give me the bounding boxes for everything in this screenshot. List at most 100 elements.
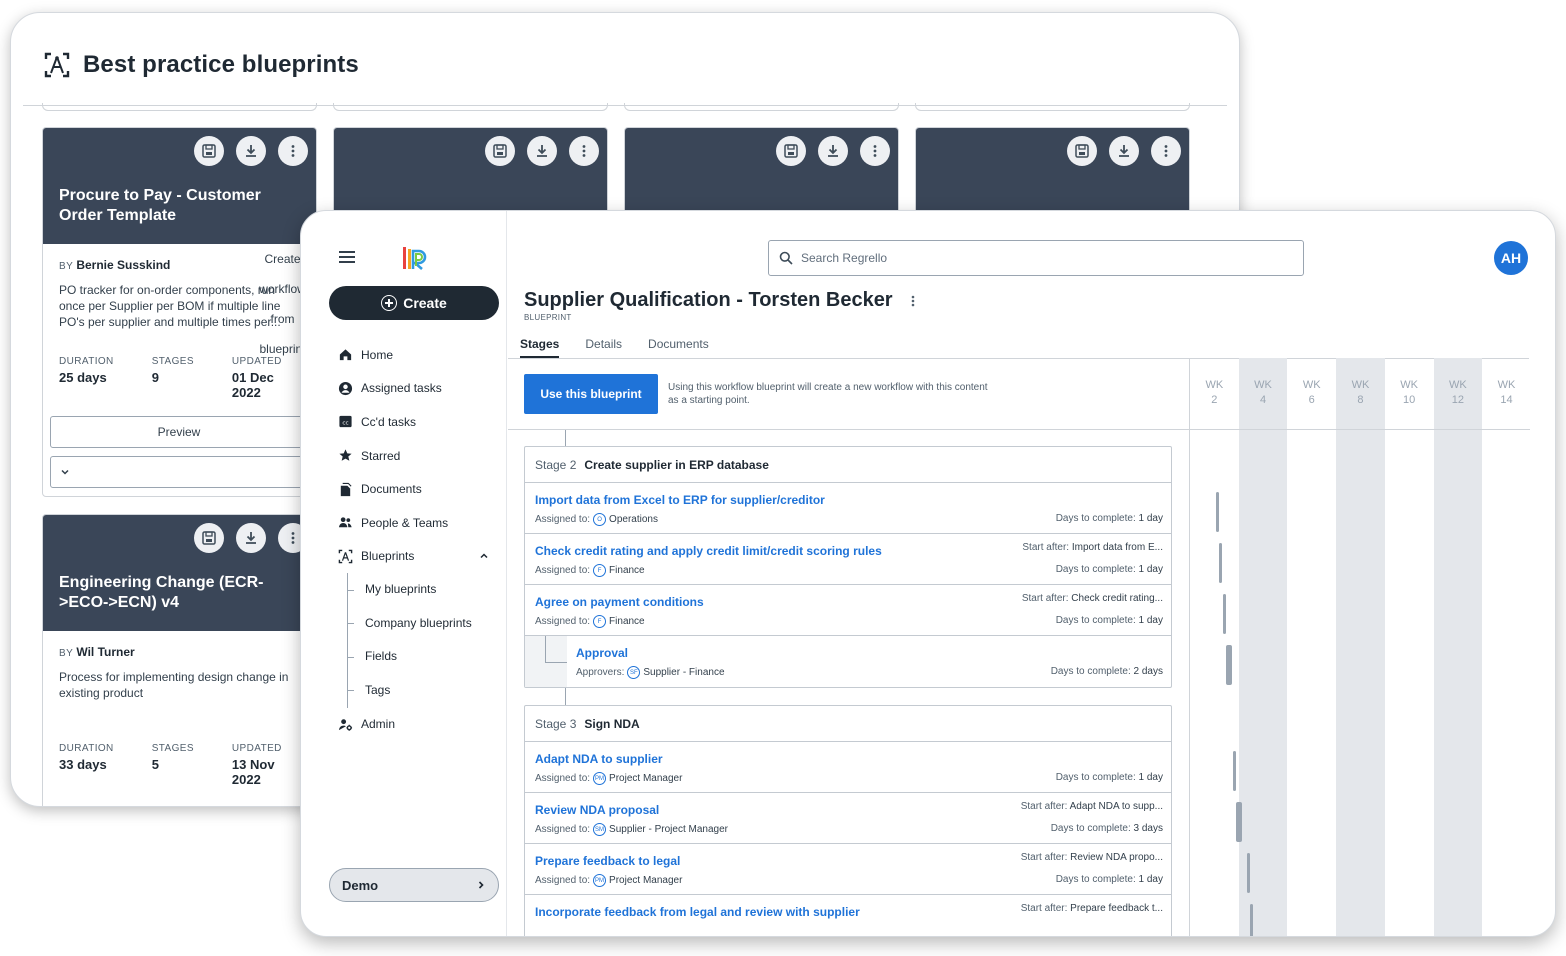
blueprint-card[interactable]: Engineering Change (ECR->ECO->ECN) v4 BY… (42, 514, 317, 806)
subnav-my-blueprints[interactable]: My blueprints (348, 573, 497, 607)
stages-value: 5 (151, 757, 159, 772)
gantt-task-bar[interactable] (1219, 543, 1223, 583)
days-label: Days to complete: (1055, 772, 1136, 783)
save-icon (202, 531, 216, 545)
task-start-after: Start after: Check credit rating... (1022, 593, 1163, 604)
gantt-week-column (1385, 358, 1434, 936)
gantt-week-column (1433, 358, 1483, 936)
more-vertical-icon[interactable] (911, 294, 915, 308)
admin-icon (338, 719, 352, 731)
task-approvers: Approvers: SF Supplier - Finance (576, 666, 725, 679)
gantt-task-bar[interactable] (1250, 904, 1253, 936)
save-button[interactable] (194, 523, 224, 553)
task-days: Days to complete: 1 day (1056, 513, 1163, 524)
use-blueprint-button[interactable]: Use this blueprint (524, 374, 658, 414)
gantt-task-bar[interactable] (1236, 802, 1243, 842)
subnav-company-blueprints[interactable]: Company blueprints (348, 607, 497, 641)
gantt-task-bar[interactable] (1222, 594, 1226, 634)
days-label: Days to complete: (1055, 513, 1136, 524)
nav-item-blueprints[interactable]: Blueprints (337, 540, 497, 574)
task-assignee: Assigned to: O Operations (535, 513, 658, 526)
download-icon (246, 145, 256, 157)
download-button[interactable] (236, 136, 266, 166)
gantt-week-label: WK 12 (1448, 379, 1467, 406)
download-icon (537, 145, 547, 157)
nav-item-admin[interactable]: Admin (337, 708, 497, 742)
main-nav: Home Assigned tasks cc Cc'd tasks Starre… (337, 338, 497, 741)
assignee-name: Operations (609, 514, 658, 525)
regrello-logo (403, 247, 427, 270)
task-name[interactable]: Prepare feedback to legal (535, 854, 680, 868)
task-row[interactable]: Check credit rating and apply credit lim… (525, 534, 1171, 585)
task-name[interactable]: Agree on payment conditions (535, 595, 704, 609)
nav-item-assigned-tasks[interactable]: Assigned tasks (337, 372, 497, 406)
gantt-task-bar[interactable] (1216, 492, 1219, 532)
task-row[interactable]: Review NDA proposal Assigned to: SM Suppli… (525, 793, 1171, 844)
download-button[interactable] (236, 523, 266, 553)
gantt-week-label: WK 2 (1205, 379, 1224, 406)
nav-item-home[interactable]: Home (337, 338, 497, 372)
stage-card: Stage 2 Create supplier in ERP database … (524, 446, 1172, 688)
duration-value: 25 days (59, 370, 107, 385)
tab-documents[interactable]: Documents (648, 335, 709, 358)
menu-icon[interactable] (339, 251, 355, 263)
stage-header[interactable]: Stage 2 Create supplier in ERP database (525, 447, 1171, 483)
task-row[interactable]: Prepare feedback to legal Assigned to: PM… (525, 844, 1171, 895)
avatar[interactable]: AH (1494, 241, 1528, 275)
gantt-task-bar[interactable] (1246, 853, 1250, 893)
save-button[interactable] (485, 136, 515, 166)
tab-details[interactable]: Details (585, 335, 622, 358)
task-row[interactable]: Agree on payment conditions Assigned to:… (525, 585, 1171, 636)
search-input[interactable]: Search Regrello (768, 240, 1304, 276)
task-name[interactable]: Adapt NDA to supplier (535, 752, 663, 766)
duration-label: DURATION (59, 743, 114, 754)
task-name[interactable]: Incorporate feedback from legal and revi… (535, 905, 860, 919)
chevron-up-icon[interactable] (479, 551, 489, 561)
blueprint-card[interactable]: Procure to Pay - Customer Order Template… (42, 127, 317, 497)
task-row[interactable]: Incorporate feedback from legal and revi… (525, 895, 1171, 936)
more-button[interactable] (1151, 136, 1181, 166)
workspace-switcher[interactable]: Demo (329, 868, 499, 902)
tab-stages[interactable]: Stages (520, 335, 560, 358)
stages-label: STAGES (151, 356, 194, 367)
task-row[interactable]: Adapt NDA to supplier Assigned to: PM Proj… (525, 742, 1171, 793)
task-start-after: Start after: Adapt NDA to supp... (1021, 801, 1163, 812)
approval-row[interactable]: Approval Approvers: SF Supplier - Finance … (525, 636, 1171, 687)
download-button[interactable] (1109, 136, 1139, 166)
create-button[interactable]: Create (329, 286, 499, 320)
create-workflow-dropdown[interactable] (51, 457, 79, 487)
blueprint-icon (338, 549, 352, 564)
nav-item-documents[interactable]: Documents (337, 472, 497, 506)
blueprint-title-row: Supplier Qualification - Torsten Becker (524, 289, 915, 312)
task-days: Days to complete: 1 day (1056, 564, 1163, 575)
nav-item-ccd-tasks[interactable]: cc Cc'd tasks (337, 405, 497, 439)
save-button[interactable] (1067, 136, 1097, 166)
updated-label: UPDATED (231, 743, 282, 754)
more-button[interactable] (278, 136, 308, 166)
task-name[interactable]: Approval (576, 646, 628, 660)
more-button[interactable] (569, 136, 599, 166)
days-value: 1 day (1138, 564, 1163, 575)
save-button[interactable] (194, 136, 224, 166)
save-button[interactable] (776, 136, 806, 166)
more-button[interactable] (860, 136, 890, 166)
download-button[interactable] (527, 136, 557, 166)
people-icon (338, 517, 352, 528)
nav-label: Assigned tasks (361, 381, 442, 396)
download-button[interactable] (818, 136, 848, 166)
stage-header[interactable]: Stage 3 Sign NDA (525, 706, 1171, 742)
subnav-fields[interactable]: Fields (348, 640, 497, 674)
gantt-task-bar[interactable] (1233, 751, 1236, 791)
author-name: Bernie Susskind (76, 258, 171, 272)
task-name[interactable]: Check credit rating and apply credit lim… (535, 544, 882, 558)
task-days: Days to complete: 3 days (1051, 823, 1163, 834)
gantt-task-bar[interactable] (1226, 645, 1233, 685)
task-name[interactable]: Review NDA proposal (535, 803, 659, 817)
nav-label: Blueprints (361, 549, 415, 564)
nav-item-starred[interactable]: Starred (337, 439, 497, 473)
task-name[interactable]: Import data from Excel to ERP for suppli… (535, 493, 825, 507)
subnav-tags[interactable]: Tags (348, 674, 497, 708)
nav-item-people-teams[interactable]: People & Teams (337, 506, 497, 540)
nav-label: Admin (361, 717, 396, 732)
task-row[interactable]: Import data from Excel to ERP for suppli… (525, 483, 1171, 534)
